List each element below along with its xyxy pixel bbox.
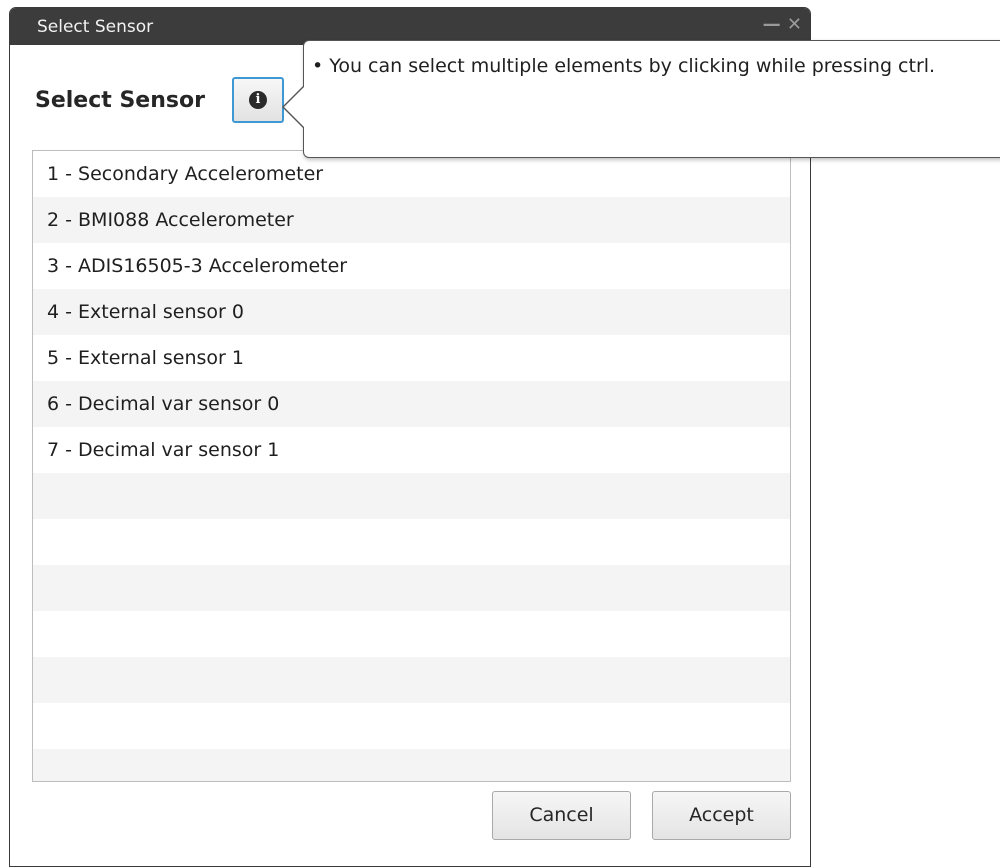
empty-list-row — [33, 473, 790, 519]
empty-list-row — [33, 749, 790, 781]
window-title: Select Sensor — [37, 17, 154, 37]
cancel-button[interactable]: Cancel — [492, 791, 631, 840]
sensor-list[interactable]: 1 - Secondary Accelerometer 2 - BMI088 Ac… — [32, 150, 791, 782]
empty-list-row — [33, 657, 790, 703]
empty-list-row — [33, 565, 790, 611]
tooltip-text: • You can select multiple elements by cl… — [312, 55, 936, 77]
tooltip-arrow-fill — [284, 86, 305, 128]
sensor-list-item[interactable]: 7 - Decimal var sensor 1 — [33, 427, 790, 473]
info-tooltip: • You can select multiple elements by cl… — [282, 40, 1000, 158]
dialog-heading: Select Sensor — [35, 88, 205, 113]
info-button[interactable]: i — [232, 77, 284, 123]
empty-list-row — [33, 519, 790, 565]
sensor-list-item[interactable]: 6 - Decimal var sensor 0 — [33, 381, 790, 427]
empty-list-row — [33, 703, 790, 749]
window-controls[interactable]: — ✕ — [763, 14, 802, 35]
accept-button[interactable]: Accept — [652, 791, 791, 840]
empty-list-row — [33, 611, 790, 657]
sensor-list-item[interactable]: 3 - ADIS16505-3 Accelerometer — [33, 243, 790, 289]
info-circle-icon: i — [249, 91, 267, 109]
sensor-list-item[interactable]: 2 - BMI088 Accelerometer — [33, 197, 790, 243]
sensor-list-item[interactable]: 4 - External sensor 0 — [33, 289, 790, 335]
sensor-list-item[interactable]: 5 - External sensor 1 — [33, 335, 790, 381]
